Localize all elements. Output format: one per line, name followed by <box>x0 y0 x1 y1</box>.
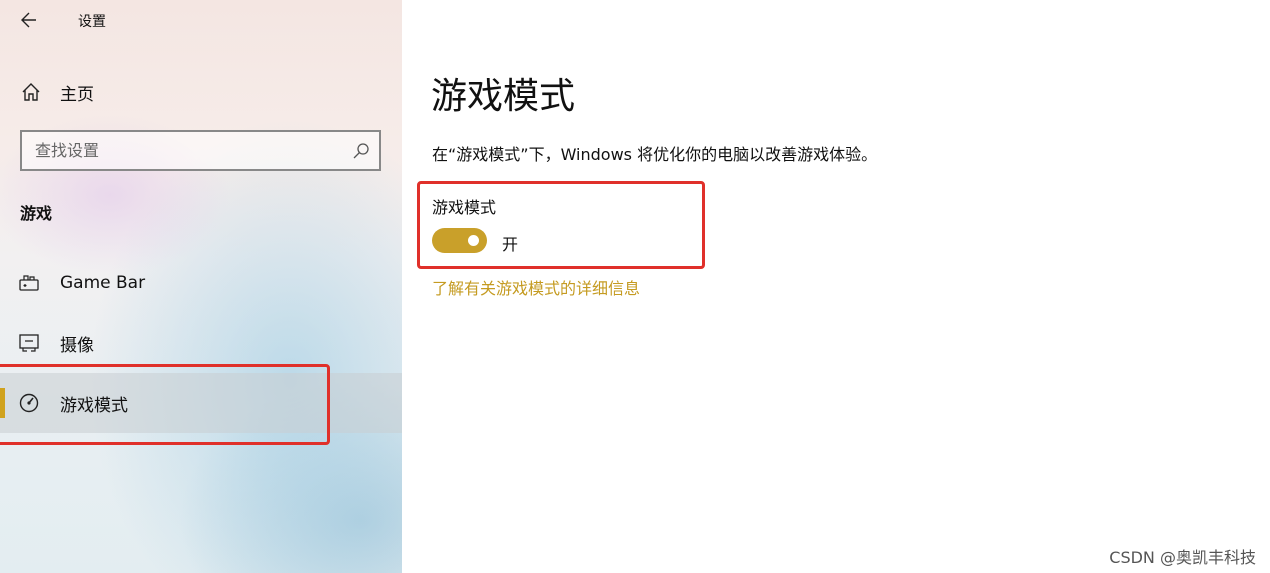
app-title: 设置 <box>78 14 106 30</box>
gamebar-icon <box>19 275 39 291</box>
sidebar: 设置 主页 游戏 Game Bar 摄像 <box>0 0 402 573</box>
sidebar-item-home-label: 主页 <box>60 84 94 105</box>
section-label-gaming: 游戏 <box>20 204 53 223</box>
search-input[interactable] <box>22 132 379 169</box>
page-description: 在“游戏模式”下，Windows 将优化你的电脑以改善游戏体验。 <box>432 145 878 164</box>
watermark: CSDN @奥凯丰科技 <box>1109 548 1256 567</box>
highlight-box-main <box>417 181 705 269</box>
back-button[interactable] <box>18 9 44 31</box>
search-box[interactable] <box>20 130 381 171</box>
learn-more-link[interactable]: 了解有关游戏模式的详细信息 <box>432 275 640 299</box>
home-icon <box>22 83 40 101</box>
back-arrow-icon <box>21 12 36 28</box>
search-icon[interactable] <box>352 142 370 160</box>
capture-icon <box>19 334 39 352</box>
page-title: 游戏模式 <box>431 76 576 117</box>
highlight-box-sidebar <box>0 364 330 445</box>
sidebar-item-capture-label: 摄像 <box>60 335 94 356</box>
sidebar-item-game-bar[interactable]: Game Bar <box>0 253 402 313</box>
sidebar-item-game-bar-label: Game Bar <box>60 273 146 293</box>
sidebar-item-home[interactable]: 主页 <box>20 80 94 105</box>
